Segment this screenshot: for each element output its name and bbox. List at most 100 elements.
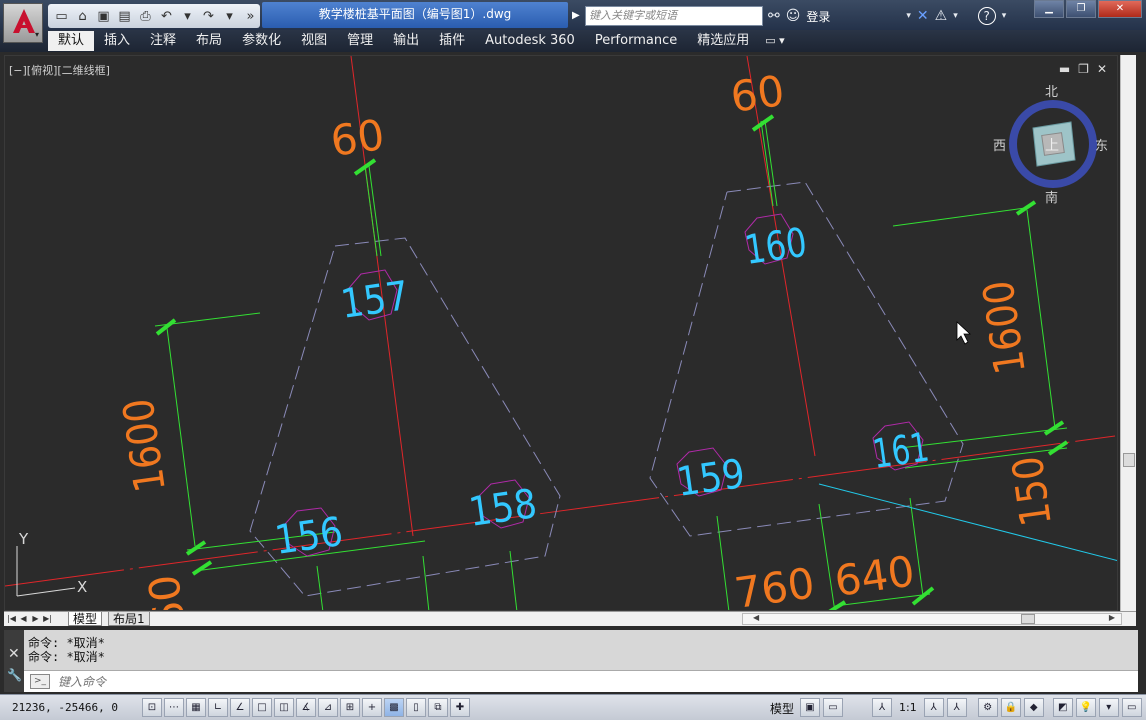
command-customize-icon[interactable]: 🔧 — [7, 668, 22, 682]
dynamic-ucs-icon[interactable]: ⊿ — [318, 698, 338, 717]
isolate-objects-icon[interactable]: ◩ — [1052, 698, 1073, 717]
auto-scale-icon[interactable]: ⅄ — [946, 698, 967, 717]
model-space-label[interactable]: 模型 — [770, 700, 794, 717]
annotation-scale-value[interactable]: 1:1 — [895, 701, 921, 714]
ribbon-tab[interactable]: 插入 — [94, 31, 140, 51]
command-input-row: >_ — [24, 670, 1138, 692]
annotation-monitor-icon[interactable]: ✚ — [450, 698, 470, 717]
ribbon-tab[interactable]: 精选应用 — [687, 31, 759, 51]
horizontal-scroll-thumb[interactable] — [1021, 614, 1035, 624]
snap-mode-icon[interactable]: ⋯ — [164, 698, 184, 717]
selection-cycling-icon[interactable]: ⧉ — [428, 698, 448, 717]
vertical-scroll-thumb[interactable] — [1123, 453, 1135, 467]
prev-layout-icon[interactable]: ◀ — [18, 612, 29, 625]
grid-display-icon[interactable]: ▦ — [186, 698, 206, 717]
open-file-icon[interactable]: ⌂ — [73, 6, 92, 26]
ortho-mode-icon[interactable]: ∟ — [208, 698, 228, 717]
vertical-scrollbar[interactable] — [1120, 55, 1136, 611]
quick-view-layouts-icon[interactable]: ▣ — [800, 698, 820, 717]
drawing-viewport[interactable]: 156 157 158 159 160 161 60 60 1600 1600 … — [4, 55, 1118, 611]
command-line-grip[interactable]: ✕ 🔧 — [4, 630, 24, 692]
undo-dropdown-icon[interactable]: ▾ — [178, 6, 197, 26]
undo-icon[interactable]: ↶ — [157, 6, 176, 26]
command-close-icon[interactable]: ✕ — [8, 646, 20, 662]
autodesk360-icon[interactable]: ⚠ — [935, 8, 948, 24]
autodesk360-dropdown-icon[interactable]: ▾ — [953, 11, 958, 21]
lineweight-icon[interactable]: + — [362, 698, 382, 717]
ribbon-tab[interactable]: 默认 — [48, 31, 95, 51]
3d-object-snap-icon[interactable]: ◫ — [274, 698, 294, 717]
next-layout-icon[interactable]: ▶ — [30, 612, 41, 625]
ribbon-tab[interactable]: 注释 — [140, 31, 186, 51]
search-input[interactable]: 键入关键字或短语 — [585, 6, 763, 26]
object-snap-tracking-icon[interactable]: ∡ — [296, 698, 316, 717]
ribbon-tab[interactable]: 插件 — [429, 31, 475, 51]
tab-layout1[interactable]: 布局1 — [108, 612, 150, 626]
viewcube-north-label[interactable]: 北 — [1045, 85, 1058, 100]
viewcube-west-label[interactable]: 西 — [993, 139, 1006, 154]
exchange-icon[interactable]: ✕ — [917, 8, 929, 24]
command-input[interactable] — [58, 673, 1118, 691]
scroll-right-icon[interactable]: ▶ — [1109, 613, 1115, 622]
dimension-text-labels: 60 60 1600 1600 760 640 150 60 — [113, 66, 1061, 610]
close-icon[interactable]: ✕ — [1098, 0, 1142, 18]
lock-ui-icon[interactable]: 🔒 — [1000, 698, 1021, 717]
help-dropdown-icon[interactable]: ▾ — [1002, 11, 1007, 21]
last-layout-icon[interactable]: ▶| — [42, 612, 53, 625]
annotation-scale-icon[interactable]: ⅄ — [872, 698, 892, 717]
ribbon-tab[interactable]: 参数化 — [232, 31, 291, 51]
viewcube[interactable]: 上 北 南 东 西 — [993, 85, 1108, 206]
workspace-switching-icon[interactable]: ⚙ — [977, 698, 998, 717]
infer-constraints-icon[interactable]: ⊡ — [142, 698, 162, 717]
coordinates-readout[interactable]: 21236, -25466, 0 — [12, 701, 118, 714]
quick-properties-icon[interactable]: ▯ — [406, 698, 426, 717]
polar-tracking-icon[interactable]: ∠ — [230, 698, 250, 717]
redo-dropdown-icon[interactable]: ▾ — [220, 6, 239, 26]
object-snap-icon[interactable]: □ — [252, 698, 272, 717]
ribbon-tab[interactable]: 视图 — [291, 31, 337, 51]
viewport-minimize-icon[interactable]: ▬ — [1059, 62, 1070, 76]
restore-icon[interactable]: ❐ — [1066, 0, 1096, 18]
save-as-icon[interactable]: ▤ — [115, 6, 134, 26]
print-icon[interactable]: ⎙ — [136, 6, 155, 26]
login-link[interactable]: 登录 — [806, 8, 830, 25]
minimize-icon[interactable]: ▁ — [1034, 0, 1064, 18]
redo-icon[interactable]: ↷ — [199, 6, 218, 26]
login-area: ⚯ ☺ 登录 ▾ ✕ ⚠ ▾ ? ▾ — [768, 4, 1006, 28]
user-icon[interactable]: ☺ — [786, 8, 801, 24]
save-icon[interactable]: ▣ — [94, 6, 113, 26]
hardware-acceleration-icon[interactable]: ◆ — [1023, 698, 1044, 717]
viewport-close-icon[interactable]: ✕ — [1097, 62, 1107, 76]
binoculars-icon[interactable]: ⚯ — [768, 8, 780, 24]
clean-screen-icon[interactable]: ▭ — [1121, 698, 1142, 717]
command-prompt-icon[interactable]: >_ — [30, 674, 50, 689]
ribbon-tab[interactable]: Autodesk 360 — [475, 31, 585, 51]
search-expand-icon[interactable]: ▶ — [572, 6, 584, 26]
help-icon[interactable]: ? — [977, 7, 996, 25]
ribbon-minimize-icon[interactable]: ▭ ▾ — [759, 31, 790, 51]
viewport-restore-icon[interactable]: ❐ — [1078, 62, 1089, 76]
status-menu-icon[interactable]: ▾ — [1098, 698, 1119, 717]
viewport-label[interactable]: [−][俯视][二维线框] — [9, 62, 110, 78]
dynamic-input-icon[interactable]: ⊞ — [340, 698, 360, 717]
scroll-left-icon[interactable]: ◀ — [753, 613, 759, 622]
drawing-canvas[interactable]: 156 157 158 159 160 161 60 60 1600 1600 … — [5, 56, 1118, 611]
application-menu-button[interactable]: ▾ — [3, 3, 43, 43]
login-dropdown-icon[interactable]: ▾ — [906, 11, 911, 21]
first-layout-icon[interactable]: |◀ — [6, 612, 17, 625]
ribbon-tab[interactable]: Performance — [585, 31, 687, 51]
transparency-icon[interactable]: ▩ — [384, 698, 404, 717]
ribbon-tab[interactable]: 输出 — [383, 31, 429, 51]
viewcube-south-label[interactable]: 南 — [1045, 190, 1058, 206]
lightbulb-icon[interactable]: 💡 — [1075, 698, 1096, 717]
ribbon-tab[interactable]: 布局 — [186, 31, 232, 51]
ribbon-tab[interactable]: 管理 — [337, 31, 383, 51]
title-bar: ▭ ⌂ ▣ ▤ ⎙ ↶ ▾ ↷ ▾ » 教学楼桩基平面图（编号图1）.dwg ▶… — [0, 0, 1146, 30]
horizontal-scrollbar[interactable]: ◀ ▶ — [742, 613, 1122, 625]
annotation-visibility-icon[interactable]: ⅄ — [923, 698, 944, 717]
viewcube-east-label[interactable]: 东 — [1095, 139, 1108, 154]
quick-view-drawings-icon[interactable]: ▭ — [823, 698, 843, 717]
qat-more-icon[interactable]: » — [241, 6, 260, 26]
tab-model[interactable]: 模型 — [68, 612, 103, 626]
new-file-icon[interactable]: ▭ — [52, 6, 71, 26]
